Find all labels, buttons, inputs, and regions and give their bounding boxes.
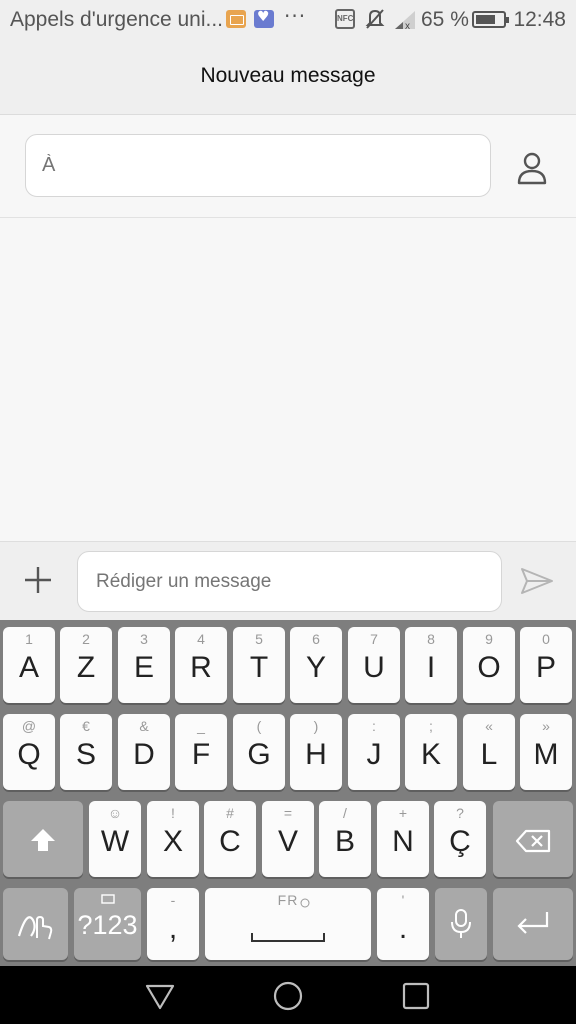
key-i[interactable]: 8I <box>405 627 457 703</box>
signal-icon: x <box>393 9 417 36</box>
conversation-area <box>0 219 576 541</box>
page-title: Nouveau message <box>200 64 376 87</box>
key-c[interactable]: # C <box>204 801 256 877</box>
swipe-gesture-icon <box>17 906 55 947</box>
symbols-key[interactable]: ?123 <box>74 888 141 960</box>
battery-percent: 65 % <box>421 8 469 31</box>
recents-icon[interactable] <box>400 980 432 1012</box>
globe-icon <box>300 895 310 913</box>
key-k[interactable]: ; K <box>405 714 457 790</box>
key-y[interactable]: 6Y <box>290 627 342 703</box>
key-v[interactable]: = V <box>262 801 314 877</box>
key-p[interactable]: 0P <box>520 627 572 703</box>
voice-input-key[interactable] <box>435 888 487 960</box>
send-icon[interactable] <box>520 566 554 596</box>
key-l[interactable]: «L <box>463 714 515 790</box>
key-c-cedilla[interactable]: ? Ç <box>434 801 486 877</box>
enter-key[interactable] <box>493 888 573 960</box>
shift-key[interactable] <box>3 801 83 877</box>
key-u[interactable]: 7U <box>348 627 400 703</box>
key-comma[interactable]: -, <box>147 888 199 960</box>
swipe-input-key[interactable] <box>3 888 68 960</box>
key-s[interactable]: € S <box>60 714 112 790</box>
backspace-key[interactable] <box>493 801 573 877</box>
backspace-icon <box>515 829 551 858</box>
enter-arrow-icon <box>515 910 551 941</box>
key-g[interactable]: (G <box>233 714 285 790</box>
virtual-keyboard: 1A 2Z 3E 4R 5T 6Y 7U 8I 9O 0P @ Q € S & D _… <box>0 620 576 966</box>
home-icon[interactable] <box>272 980 304 1012</box>
message-input[interactable] <box>77 551 502 612</box>
key-j[interactable]: :J <box>348 714 400 790</box>
key-a[interactable]: 1A <box>3 627 55 703</box>
compose-bar <box>0 541 576 620</box>
status-bar: Appels d'urgence uni... ··· NFC x 65 % 1… <box>0 0 576 40</box>
key-w[interactable]: ☺ W <box>89 801 141 877</box>
key-b[interactable]: / B <box>319 801 371 877</box>
app-header: Nouveau message <box>0 40 576 115</box>
key-h[interactable]: ) H <box>290 714 342 790</box>
space-key[interactable]: FR <box>205 888 371 960</box>
key-z[interactable]: 2Z <box>60 627 112 703</box>
keyboard-icon <box>226 10 246 28</box>
clock-time: 12:48 <box>513 8 566 31</box>
key-period[interactable]: '. <box>377 888 429 960</box>
carrier-text: Appels d'urgence uni... <box>10 8 223 31</box>
space-bar-icon <box>250 930 326 948</box>
key-n[interactable]: + N <box>377 801 429 877</box>
key-d[interactable]: & D <box>118 714 170 790</box>
key-x[interactable]: ! X <box>147 801 199 877</box>
shift-arrow-icon <box>29 827 57 858</box>
health-app-icon <box>254 9 274 28</box>
more-notifications-icon: ··· <box>284 4 307 28</box>
navigation-bar <box>0 966 576 1024</box>
key-f[interactable]: _ F <box>175 714 227 790</box>
mute-icon <box>364 7 386 36</box>
key-q[interactable]: @ Q <box>3 714 55 790</box>
nfc-icon: NFC <box>335 9 355 29</box>
back-icon[interactable] <box>144 980 176 1012</box>
svg-text:x: x <box>405 21 410 31</box>
battery-icon <box>472 11 509 28</box>
key-o[interactable]: 9O <box>463 627 515 703</box>
key-m[interactable]: » M <box>520 714 572 790</box>
microphone-icon <box>449 908 473 945</box>
key-r[interactable]: 4R <box>175 627 227 703</box>
plus-icon[interactable] <box>22 564 54 596</box>
contact-person-icon[interactable] <box>512 149 552 189</box>
recipient-input[interactable] <box>25 134 491 197</box>
key-e[interactable]: 3E <box>118 627 170 703</box>
clipboard-icon <box>100 892 116 910</box>
key-t[interactable]: 5T <box>233 627 285 703</box>
recipient-area <box>0 116 576 218</box>
